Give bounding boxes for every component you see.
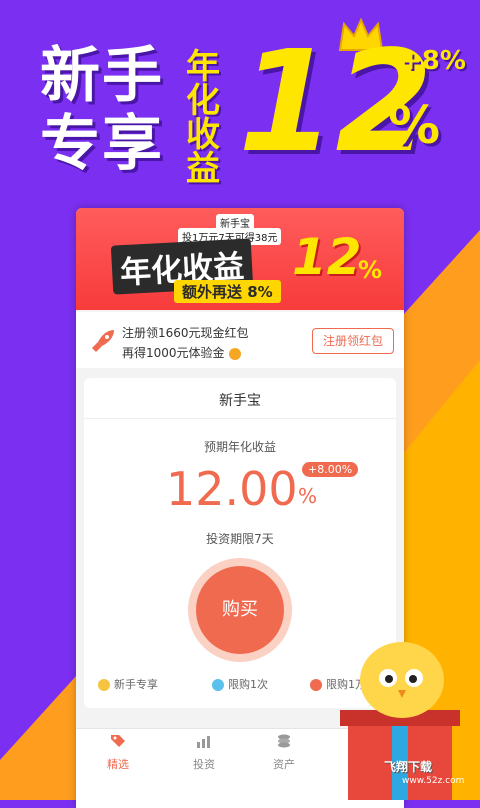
bonus-badge: +8.00% [302,462,359,477]
user-icon [98,679,110,691]
hero-bonus: +8% [400,46,466,76]
banner-sub: 额外再送 8% [174,280,281,303]
register-button[interactable]: 注册领红包 [312,328,394,354]
watermark: 飞翔下载 [384,760,433,774]
hero-title-line2: 专享 [40,109,164,179]
rocket-icon [92,330,114,352]
promo-line2-text: 再得1000元体验金 [122,346,225,360]
banner-rate: 12 [292,228,362,286]
tab-assets[interactable]: 资产 [254,733,314,772]
feature-label: 新手专享 [114,678,158,691]
promo-line1: 注册领1660元现金红包 [122,326,249,340]
watermark-url: www.52z.com [402,776,465,786]
tab-label: 精选 [107,758,129,771]
product-name: 新手宝 [219,393,261,409]
rate-unit: % [298,484,318,508]
hero-subtitle: 年化收益 [186,47,220,189]
tab-invest[interactable]: 投资 [174,733,234,772]
coins-icon [278,734,290,748]
rate-value: 12.00 [166,462,298,516]
buy-button[interactable]: 购买 [196,566,284,654]
coin-icon [228,347,241,360]
hero-title: 新手 专享 [40,42,164,178]
term-label: 投资期限7天 [206,532,274,546]
hero-rate-unit: % [388,96,441,156]
yuan-icon [310,679,322,691]
feature-newbie: 新手专享 [98,676,158,692]
tab-label: 资产 [273,758,295,771]
hero-title-line1: 新手 [40,41,164,111]
feature-label: 限购1次 [228,678,268,691]
promo-banner[interactable]: 新手宝 投1万元7天可得38元 年化收益 额外再送 8% 12 % [76,208,404,310]
promo-line2: 再得1000元体验金 [122,344,241,361]
feature-limit-once: 限购1次 [212,676,268,692]
rate-label: 预期年化收益 [203,440,276,454]
register-promo: 注册领1660元现金红包 再得1000元体验金 注册领红包 [76,312,404,368]
tab-label: 投资 [193,758,215,771]
divider [84,418,396,419]
tag-icon [111,735,125,747]
one-icon [212,679,224,691]
chart-icon [197,736,210,748]
tab-featured[interactable]: 精选 [88,733,148,772]
banner-rate-unit: % [358,256,383,284]
